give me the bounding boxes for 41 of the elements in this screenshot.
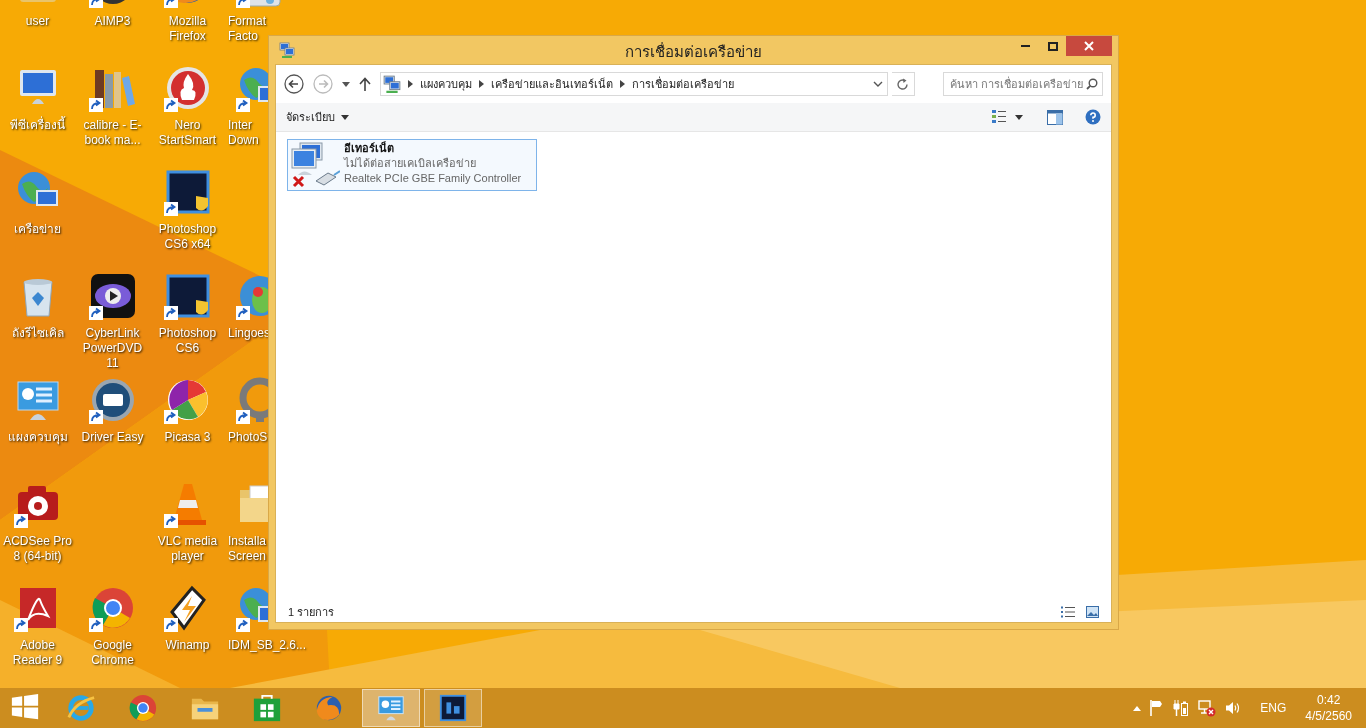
desktop-icon-label[interactable]: PhotoS bbox=[228, 430, 268, 445]
window-title: การเชื่อมต่อเครือข่าย bbox=[625, 41, 762, 62]
desktop-icon-label[interactable]: Lingoes bbox=[228, 326, 271, 341]
desktop-icon-label[interactable]: แผงควบคุม bbox=[0, 430, 75, 445]
adapter-device: Realtek PCIe GBE Family Controller bbox=[344, 171, 522, 186]
breadcrumb-link[interactable]: การเชื่อมต่อเครือข่าย bbox=[631, 75, 734, 93]
search-field[interactable]: ค้นหา การเชื่อมต่อเครือข่าย bbox=[943, 72, 1103, 96]
adapter-status: ไม่ได้ต่อสายเคเบิลเครือข่าย bbox=[344, 156, 477, 171]
language-indicator[interactable]: ENG bbox=[1260, 699, 1287, 717]
desktop-icon-label[interactable]: Inter Down bbox=[228, 118, 268, 148]
desktop-icon-label[interactable]: Installa Screen bbox=[228, 534, 268, 564]
breadcrumb-link[interactable]: แผงควบคุม bbox=[419, 75, 472, 93]
desktop-icon-label[interactable]: Photoshop CS6 bbox=[150, 326, 225, 356]
network-adapter-item[interactable]: อีเทอร์เน็ต ไม่ได้ต่อสายเคเบิลเครือข่าย Realtek PCIe GBE Family Controller bbox=[287, 139, 537, 191]
desktop-icon-label[interactable]: Winamp bbox=[150, 638, 225, 653]
clock[interactable]: 0:42 4/5/2560 bbox=[1305, 692, 1352, 724]
desktop-icon-label[interactable]: Photoshop CS6 x64 bbox=[150, 222, 225, 252]
desktop-icon-label[interactable]: AIMP3 bbox=[75, 14, 150, 29]
breadcrumb-link[interactable]: เครือข่ายและอินเทอร์เน็ต bbox=[490, 75, 613, 93]
desktop-icon-label[interactable]: ถังรีไซเคิล bbox=[0, 326, 75, 341]
desktop-icon-label[interactable]: VLC media player bbox=[150, 534, 225, 564]
desktop-icon-label[interactable]: Adobe Reader 9 bbox=[0, 638, 75, 668]
desktop-icon-label[interactable]: Google Chrome bbox=[75, 638, 150, 668]
item-count: 1 รายการ bbox=[288, 604, 335, 620]
desktop-icon-label[interactable]: IDM_SB_2.6... bbox=[228, 638, 307, 653]
desktop-icon-label[interactable]: Mozilla Firefox bbox=[150, 14, 225, 44]
desktop-icon-label[interactable]: calibre - E-book ma... bbox=[75, 118, 150, 148]
address-bar[interactable]: แผงควบคุม เครือข่ายและอินเทอร์เน็ต การเชื่อมต่อเครือข่าย bbox=[379, 72, 888, 96]
clock-date: 4/5/2560 bbox=[1305, 708, 1352, 724]
adapter-name: อีเทอร์เน็ต bbox=[344, 141, 395, 156]
desktop-icon-label[interactable]: เครือข่าย bbox=[0, 222, 75, 237]
desktop-icon-label[interactable]: Format Facto bbox=[228, 14, 268, 44]
desktop-icon-label[interactable]: Nero StartSmart bbox=[150, 118, 225, 148]
organize-button[interactable]: จัดระเบียบ bbox=[286, 108, 349, 126]
desktop-icon-label[interactable]: Driver Easy bbox=[75, 430, 150, 445]
clock-time: 0:42 bbox=[1316, 692, 1341, 708]
desktop-icon-label[interactable]: user bbox=[0, 14, 75, 29]
desktop-icon-label[interactable]: พีซีเครื่องนี้ bbox=[0, 118, 75, 133]
desktop-icon-label[interactable]: CyberLink PowerDVD 11 bbox=[75, 326, 150, 371]
desktop-icon-label[interactable]: ACDSee Pro 8 (64-bit) bbox=[0, 534, 75, 564]
desktop-icon-label[interactable]: Picasa 3 bbox=[150, 430, 225, 445]
